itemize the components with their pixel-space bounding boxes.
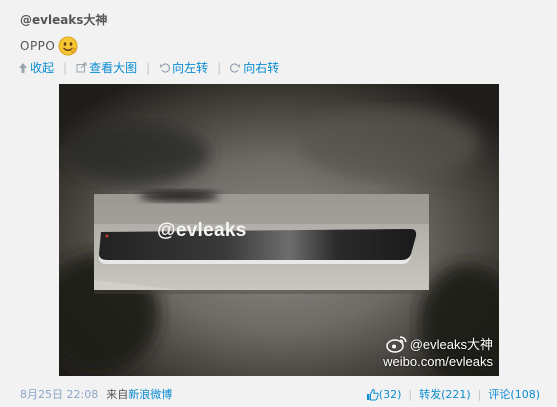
from-label: 来自 [106,388,129,401]
watermark-url: weibo.com/evleaks [383,354,493,369]
collapse-button[interactable]: 收起 [18,59,54,76]
post-photo[interactable]: @evleaks @evleaks大神 weibo.com/evleaks [59,84,499,376]
image-watermark: @evleaks大神 weibo.com/evleaks [383,335,493,370]
weibo-logo-icon [385,336,407,353]
post-actions: (32) | 转发(221) | 评论(108) [366,386,540,402]
external-link-icon [76,62,87,73]
separator: | [63,60,68,75]
weibo-post: @evleaks大神 OPPO 收起 | 查看大图 | 向左转 | 向右转 @e… [0,0,557,407]
rotate-left-label: 向左转 [172,61,209,75]
rotate-right-icon [230,63,241,73]
view-large-button[interactable]: 查看大图 [76,59,137,76]
rotate-right-button[interactable]: 向右转 [230,59,279,76]
post-timestamp[interactable]: 8月25日 22:08 [20,386,98,402]
source-link[interactable]: 新浪微博 [128,386,172,402]
comment-button[interactable]: 评论(108) [488,386,540,402]
phone-overlay-text: @evleaks [157,220,247,241]
post-footer: 8月25日 22:08 来自 新浪微博 (32) | 转发(221) | 评论(… [20,386,540,402]
watermark-user: @evleaks大神 [409,336,493,352]
like-count: (32) [378,387,402,401]
rotate-left-icon [160,63,171,73]
thumbs-up-icon [366,388,379,400]
post-text: OPPO [20,39,56,53]
like-button[interactable]: (32) [366,387,402,401]
separator: | [217,60,222,75]
author-name[interactable]: @evleaks大神 [20,11,107,28]
view-large-label: 查看大图 [89,61,138,75]
grin-emoji-icon [58,36,78,56]
separator: | [477,387,482,401]
rotate-left-button[interactable]: 向左转 [159,59,208,76]
post-content: OPPO [20,36,78,56]
separator: | [146,60,151,75]
phone-photo-image [59,84,499,376]
repost-button[interactable]: 转发(221) [419,386,471,402]
image-toolbar: 收起 | 查看大图 | 向左转 | 向右转 [18,59,279,76]
arrow-up-icon [19,62,27,73]
rotate-right-label: 向右转 [243,61,280,75]
collapse-label: 收起 [30,61,55,75]
separator: | [408,387,413,401]
